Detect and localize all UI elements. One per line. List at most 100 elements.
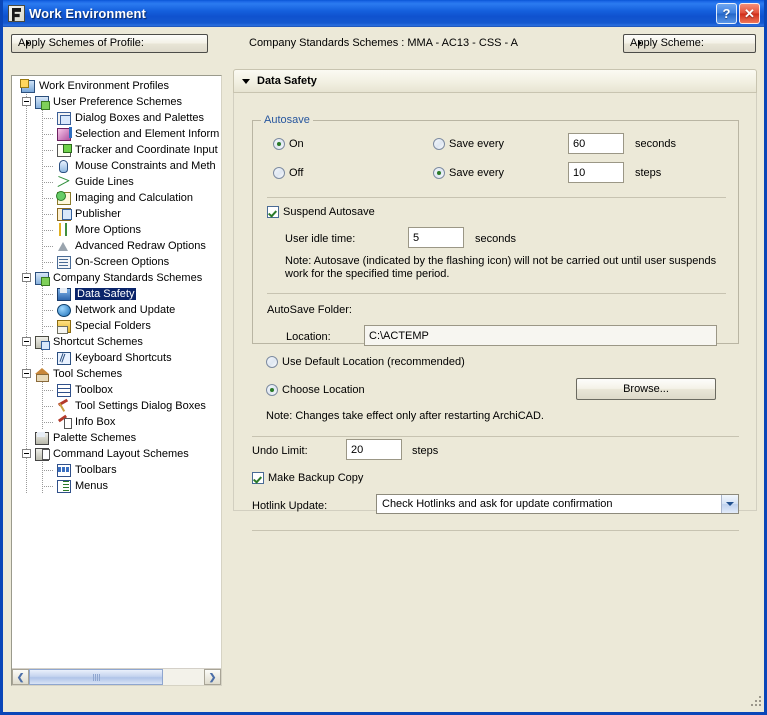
tree-item[interactable]: More Options (12, 222, 221, 238)
tree-item[interactable]: Selection and Element Inform (12, 126, 221, 142)
apply-schemes-of-profile-button[interactable]: Apply Schemes of Profile: (11, 33, 208, 53)
tree-item[interactable]: Data Safety (12, 286, 221, 302)
tree-item[interactable]: Palette Schemes (12, 430, 221, 446)
tree-item[interactable]: Keyboard Shortcuts (12, 350, 221, 366)
tree-guide-line (26, 158, 27, 174)
chevron-down-icon[interactable] (721, 495, 738, 513)
tree-guide-line (26, 350, 27, 366)
tree-item[interactable]: User Preference Schemes (12, 94, 221, 110)
user-idle-time-input[interactable]: 5 (408, 227, 464, 248)
tree-expander-minus-icon[interactable] (22, 273, 31, 282)
browse-button[interactable]: Browse... (576, 378, 716, 400)
use-default-location-label: Use Default Location (recommended) (282, 356, 465, 368)
tree-item[interactable]: Tool Schemes (12, 366, 221, 382)
radio-dot-icon (266, 384, 278, 396)
autosave-on-label: On (289, 138, 304, 150)
radio-dot-icon (433, 167, 445, 179)
scroll-left-arrow-icon[interactable]: ❮ (12, 669, 29, 685)
tree-guide-line (42, 150, 54, 151)
scheme-toolbar: Apply Schemes of Profile: Company Standa… (3, 27, 764, 59)
on-screen-options-icon (56, 255, 72, 270)
tree-item[interactable]: Command Layout Schemes (12, 446, 221, 462)
network-update-icon (56, 303, 72, 318)
tree-guide-line (42, 134, 54, 135)
tree-item[interactable]: Work Environment Profiles (12, 78, 221, 94)
location-input[interactable]: C:\ACTEMP (364, 325, 717, 346)
tree-item-label: Command Layout Schemes (53, 448, 189, 460)
guide-lines-icon (56, 175, 72, 190)
undo-limit-input[interactable]: 20 (346, 439, 402, 460)
tree-item[interactable]: Tracker and Coordinate Input (12, 142, 221, 158)
tree-guide-line (42, 422, 54, 423)
autosave-on-radio[interactable]: On (273, 138, 304, 150)
tree-item-label: On-Screen Options (75, 256, 170, 268)
scrollbar-thumb[interactable] (29, 669, 163, 685)
panel-divider-2 (252, 530, 739, 531)
selection-element-icon (56, 126, 72, 142)
tree-item[interactable]: Company Standards Schemes (12, 270, 221, 286)
save-every-seconds-radio[interactable]: Save every (433, 138, 504, 150)
tree-item[interactable]: Menus (12, 478, 221, 494)
monitor-profiles-icon (20, 78, 36, 94)
make-backup-copy-checkbox[interactable]: Make Backup Copy (252, 472, 363, 484)
tree-item-label: Mouse Constraints and Meth (75, 160, 216, 172)
autosave-off-radio[interactable]: Off (273, 167, 303, 179)
tree-expander-minus-icon[interactable] (22, 337, 31, 346)
section-header[interactable]: Data Safety (233, 69, 757, 93)
tree-expander-minus-icon[interactable] (22, 97, 31, 106)
tree-item[interactable]: Imaging and Calculation (12, 190, 221, 206)
tree-item[interactable]: Dialog Boxes and Palettes (12, 110, 221, 126)
imaging-calculation-icon (56, 190, 72, 206)
more-options-icon (56, 222, 72, 238)
tree-guide-line (26, 414, 27, 430)
tree-item[interactable]: Publisher (12, 206, 221, 222)
autosave-steps-input[interactable]: 10 (568, 162, 624, 183)
choose-location-radio[interactable]: Choose Location (266, 384, 365, 396)
palette-schemes-icon (34, 431, 50, 446)
archicad-app-icon (8, 5, 25, 22)
tree-guide-line (42, 246, 54, 247)
tree-item-label: Company Standards Schemes (53, 272, 203, 284)
tree-item[interactable]: Special Folders (12, 318, 221, 334)
tree-expander-minus-icon[interactable] (22, 449, 31, 458)
collapse-triangle-icon[interactable] (242, 78, 250, 84)
tree-item[interactable]: Toolbars (12, 462, 221, 478)
autosave-divider-1 (267, 197, 726, 198)
help-button[interactable]: ? (716, 3, 737, 24)
save-every-steps-radio[interactable]: Save every (433, 167, 504, 179)
advanced-redraw-icon (56, 239, 72, 254)
use-default-location-radio[interactable]: Use Default Location (recommended) (266, 356, 465, 368)
close-icon[interactable]: ✕ (739, 3, 760, 24)
scroll-right-arrow-icon[interactable]: ❯ (204, 669, 221, 685)
hotlink-update-select[interactable]: Check Hotlinks and ask for update confir… (376, 494, 739, 514)
tree-item-label: Tracker and Coordinate Input (75, 144, 218, 156)
apply-scheme-button[interactable]: Apply Scheme: (623, 33, 756, 53)
location-value: C:\ACTEMP (369, 329, 429, 342)
scrollbar-track[interactable] (29, 669, 204, 685)
autosave-seconds-input[interactable]: 60 (568, 133, 624, 154)
radio-dot-icon (266, 356, 278, 368)
tree-item[interactable]: Shortcut Schemes (12, 334, 221, 350)
tree-item[interactable]: Tool Settings Dialog Boxes (12, 398, 221, 414)
tree-horizontal-scrollbar[interactable]: ❮ ❯ (12, 668, 221, 685)
tree-item[interactable]: Guide Lines (12, 174, 221, 190)
suspend-autosave-checkbox[interactable]: Suspend Autosave (267, 206, 375, 218)
radio-dot-icon (273, 138, 285, 150)
data-safety-icon (56, 287, 72, 302)
section-title: Data Safety (257, 75, 317, 87)
tree-item[interactable]: Info Box (12, 414, 221, 430)
tree-item[interactable]: Network and Update (12, 302, 221, 318)
tree-item[interactable]: Mouse Constraints and Meth (12, 158, 221, 174)
tree-guide-line (42, 262, 54, 263)
resize-grip-icon[interactable] (749, 694, 761, 706)
tree-expander-minus-icon[interactable] (22, 369, 31, 378)
tree-guide-line (26, 222, 27, 238)
tree-item[interactable]: On-Screen Options (12, 254, 221, 270)
company-standards-icon (34, 271, 50, 286)
seconds-unit-label: seconds (635, 138, 676, 150)
tree-item[interactable]: Advanced Redraw Options (12, 238, 221, 254)
schemes-tree[interactable]: Work Environment Profiles User Preference… (12, 78, 221, 654)
tree-item[interactable]: Toolbox (12, 382, 221, 398)
tool-settings-icon (56, 399, 72, 414)
mouse-constraints-icon (56, 159, 72, 174)
